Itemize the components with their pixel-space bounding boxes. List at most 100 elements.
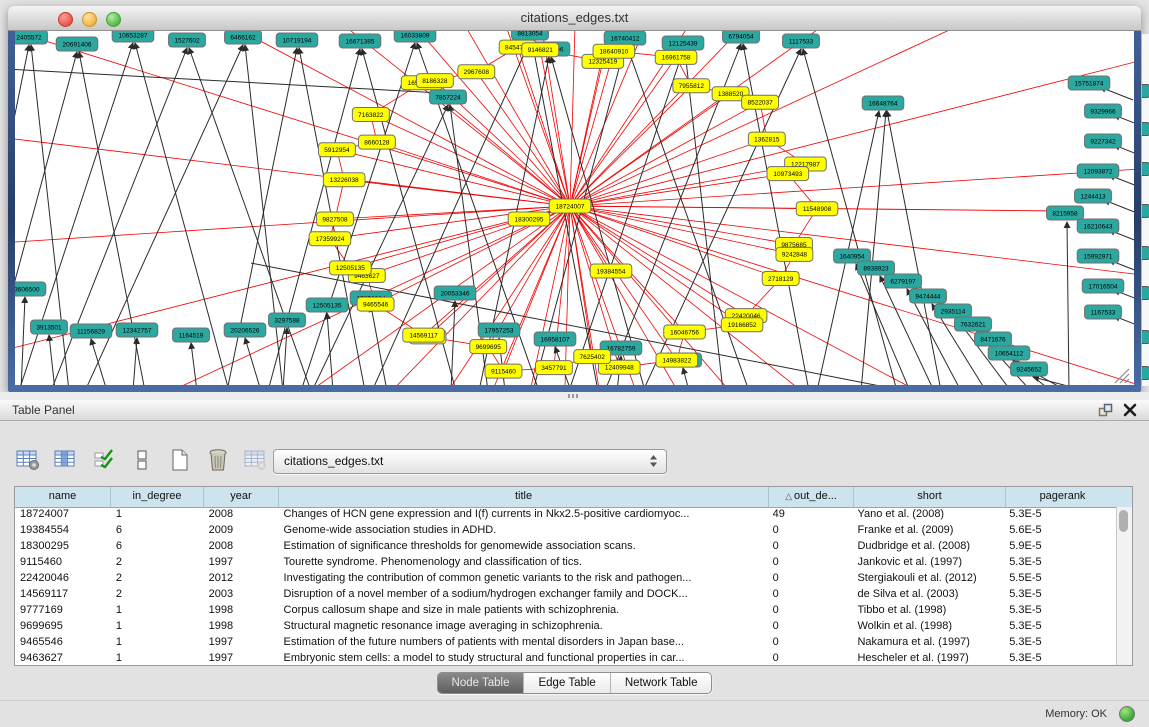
cytoscape-app: citations_edges.txt 24055722069140610653… — [0, 0, 1149, 727]
graph-edge[interactable] — [1067, 222, 1069, 385]
graph-edge[interactable] — [570, 206, 1134, 362]
network-canvas[interactable]: 2405572206914061065328715276026466162107… — [15, 31, 1134, 385]
graph-edge[interactable] — [570, 139, 767, 206]
graph-edge[interactable] — [15, 206, 570, 385]
graph-edge[interactable] — [570, 206, 611, 271]
table-row[interactable]: 2242004622012Investigating the contribut… — [15, 571, 1117, 587]
table-cell: 2 — [111, 571, 204, 587]
graph-edge[interactable] — [371, 114, 570, 206]
table-row[interactable]: 977716911998Corpus callosum shape and si… — [15, 603, 1117, 619]
table-cell: Embryonic stem cells: a model to study s… — [279, 651, 768, 665]
table-cell: 5.3E-5 — [1004, 635, 1117, 651]
graph-edge[interactable] — [91, 339, 107, 385]
window-resize-grip[interactable] — [1115, 369, 1129, 383]
column-header-in_degree[interactable]: in_degree — [111, 487, 204, 507]
network-view[interactable]: 2405572206914061065328715276026466162107… — [15, 31, 1134, 385]
graph-node-label: 8522037 — [747, 100, 773, 107]
graph-edge[interactable] — [15, 45, 29, 385]
table-scrollbar-thumb[interactable] — [1119, 510, 1128, 532]
graph-edge[interactable] — [15, 206, 570, 385]
stacked-panels-icon[interactable] — [128, 447, 156, 473]
graph-node-label: 17957253 — [485, 327, 514, 334]
graph-node-label: 7163822 — [358, 112, 384, 119]
column-header-pagerank[interactable]: pagerank — [1006, 487, 1119, 507]
graph-edge[interactable] — [15, 69, 441, 93]
table-row[interactable]: 911546021997Tourette syndrome. Phenomeno… — [15, 555, 1117, 571]
column-header-short[interactable]: short — [854, 487, 1006, 507]
graph-edge[interactable] — [570, 206, 794, 245]
graph-node-label: 17359924 — [315, 236, 344, 243]
graph-edge[interactable] — [570, 206, 746, 316]
graph-node-label: 1244413 — [1080, 193, 1106, 200]
table-row[interactable]: 1830029562008Estimation of significance … — [15, 539, 1117, 555]
network-window-titlebar[interactable]: citations_edges.txt — [8, 6, 1141, 31]
tab-network-table[interactable]: Network Table — [610, 673, 712, 693]
graph-edge[interactable] — [15, 31, 570, 206]
graph-edge[interactable] — [15, 206, 570, 385]
graph-edge[interactable] — [15, 52, 77, 385]
column-header-year[interactable]: year — [204, 487, 279, 507]
table-cell: 0 — [768, 651, 853, 665]
memory-status-indicator[interactable] — [1119, 706, 1135, 722]
table-cell: 19384554 — [15, 523, 111, 539]
table-row[interactable]: 1872400712008Changes of HCN gene express… — [15, 507, 1117, 523]
graph-edge[interactable] — [817, 111, 879, 385]
panel-divider-handle[interactable] — [568, 394, 580, 398]
table-cell: 0 — [768, 603, 853, 619]
table-settings-icon[interactable] — [14, 447, 42, 473]
graph-edge[interactable] — [1033, 377, 1087, 385]
table-cell: Jankovic et al. (1997) — [852, 555, 1004, 571]
graph-edge[interactable] — [133, 338, 137, 385]
graph-node-label: 9245652 — [1016, 366, 1042, 373]
graph-edge[interactable] — [570, 206, 794, 254]
tab-node-table[interactable]: Node Table — [438, 673, 524, 693]
column-header-name[interactable]: name — [15, 487, 111, 507]
graph-edge[interactable] — [476, 72, 570, 206]
table-cell: 14569117 — [15, 587, 111, 603]
table-row[interactable]: 1456911722003Disruption of a novel membe… — [15, 587, 1117, 603]
graph-edge[interactable] — [49, 335, 55, 385]
table-select-dropdown[interactable]: citations_edges.txt — [273, 449, 667, 474]
graph-node-label: 6279197 — [890, 278, 916, 285]
table-cell: 9463627 — [15, 651, 111, 665]
graph-edge[interactable] — [191, 343, 197, 385]
graph-edge[interactable] — [570, 31, 1134, 206]
delete-column-icon[interactable] — [204, 447, 232, 473]
graph-edge[interactable] — [283, 328, 287, 385]
graph-node-label: 1388520 — [718, 91, 744, 98]
graph-edge[interactable] — [21, 297, 25, 385]
column-header-title[interactable]: title — [279, 487, 769, 507]
table-cell: Stergiakouli et al. (2012) — [852, 571, 1004, 587]
table-cell: Franke et al. (2009) — [852, 523, 1004, 539]
panel-divider[interactable] — [0, 392, 1149, 400]
graph-edge[interactable] — [887, 111, 941, 385]
column-visibility-icon[interactable] — [52, 447, 80, 473]
table-cell: 1997 — [204, 635, 279, 651]
table-cell: 2008 — [204, 507, 279, 523]
graph-node-label: 16046756 — [670, 329, 699, 336]
graph-edge[interactable] — [683, 368, 689, 385]
close-panel-icon[interactable] — [1123, 403, 1137, 417]
row-selection-icon[interactable] — [90, 447, 118, 473]
tab-edge-table[interactable]: Edge Table — [523, 673, 609, 693]
column-header-out_de[interactable]: △out_de... — [769, 487, 854, 507]
table-scrollbar[interactable] — [1116, 507, 1132, 665]
new-column-icon[interactable] — [166, 447, 194, 473]
graph-edge[interactable] — [371, 306, 387, 385]
graph-edge[interactable] — [15, 206, 570, 385]
table-row[interactable]: 1938455462009Genome-wide association stu… — [15, 523, 1117, 539]
graph-node-label: 16210643 — [1084, 223, 1113, 230]
table-row[interactable]: 946362711997Embryonic stem cells: a mode… — [15, 651, 1117, 665]
graph-edge[interactable] — [861, 111, 886, 385]
graph-edge[interactable] — [15, 206, 570, 385]
graph-node-label: 15751874 — [1075, 80, 1104, 87]
graph-node-label: 7625402 — [580, 354, 606, 361]
table-row[interactable]: 946554611997Estimation of the future num… — [15, 635, 1117, 651]
graph-edge[interactable] — [377, 142, 570, 206]
graph-node-label: 12325419 — [588, 59, 617, 66]
graph-edge[interactable] — [570, 31, 1073, 206]
float-panel-icon[interactable] — [1098, 403, 1113, 418]
background-window-node-fragment — [1141, 204, 1149, 218]
table-row[interactable]: 969969511998Structural magnetic resonanc… — [15, 619, 1117, 635]
graph-edge[interactable] — [245, 338, 261, 385]
